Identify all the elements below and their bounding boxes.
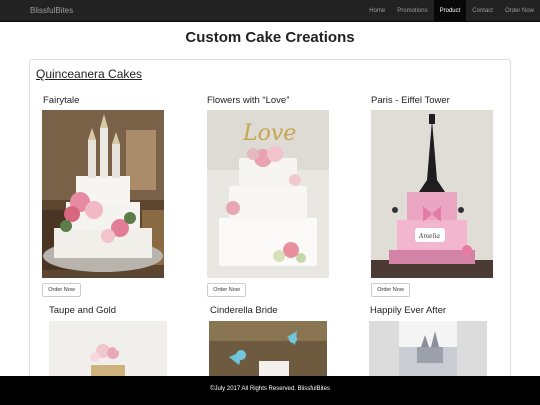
order-now-button-fairytale[interactable]: Order Now xyxy=(42,283,81,297)
cake-title-cinderella-bride: Cinderella Bride xyxy=(210,305,278,316)
nav-contact[interactable]: Contact xyxy=(466,0,499,22)
cake-title-fairytale: Fairytale xyxy=(43,95,80,106)
page-title: Custom Cake Creations xyxy=(185,29,355,46)
nav-order-now[interactable]: Order Now xyxy=(499,0,540,22)
section-title: Quinceanera Cakes xyxy=(36,67,143,81)
nav-product[interactable]: Product xyxy=(433,0,467,22)
cake-photo-paris-eiffel[interactable]: Amelia xyxy=(371,110,493,278)
cake-photo-flowers-love[interactable]: Love xyxy=(207,110,329,278)
navbar: BlissfulBites Home Promotions Product Co… xyxy=(0,0,540,22)
cake-photo-cinderella-bride[interactable] xyxy=(209,321,327,376)
footer: ©July 2017 All Rights Reserved. Blissful… xyxy=(0,376,540,405)
cake-photo-fairytale[interactable] xyxy=(42,110,164,278)
footer-copyright: ©July 2017 All Rights Reserved. Blissful… xyxy=(210,386,330,392)
cake-title-taupe-gold: Taupe and Gold xyxy=(49,305,117,316)
cake-photo-happily-ever-after[interactable] xyxy=(369,321,487,376)
order-now-button-paris-eiffel[interactable]: Order Now xyxy=(371,283,410,297)
cake-title-happily-ever-after: Happily Ever After xyxy=(370,305,447,316)
brand-link[interactable]: BlissfulBites xyxy=(30,0,73,22)
nav-home[interactable]: Home xyxy=(363,0,391,22)
order-now-button-flowers-love[interactable]: Order Now xyxy=(207,283,246,297)
cake-photo-taupe-gold[interactable] xyxy=(49,321,167,376)
svg-text:Amelia: Amelia xyxy=(418,233,440,240)
nav-menu: Home Promotions Product Contact Order No… xyxy=(363,0,540,22)
nav-promotions[interactable]: Promotions xyxy=(391,0,433,22)
cake-title-paris-eiffel: Paris - Eiffel Tower xyxy=(371,95,450,106)
cake-title-flowers-love: Flowers with “Love” xyxy=(207,95,290,106)
svg-text:Love: Love xyxy=(242,121,296,146)
